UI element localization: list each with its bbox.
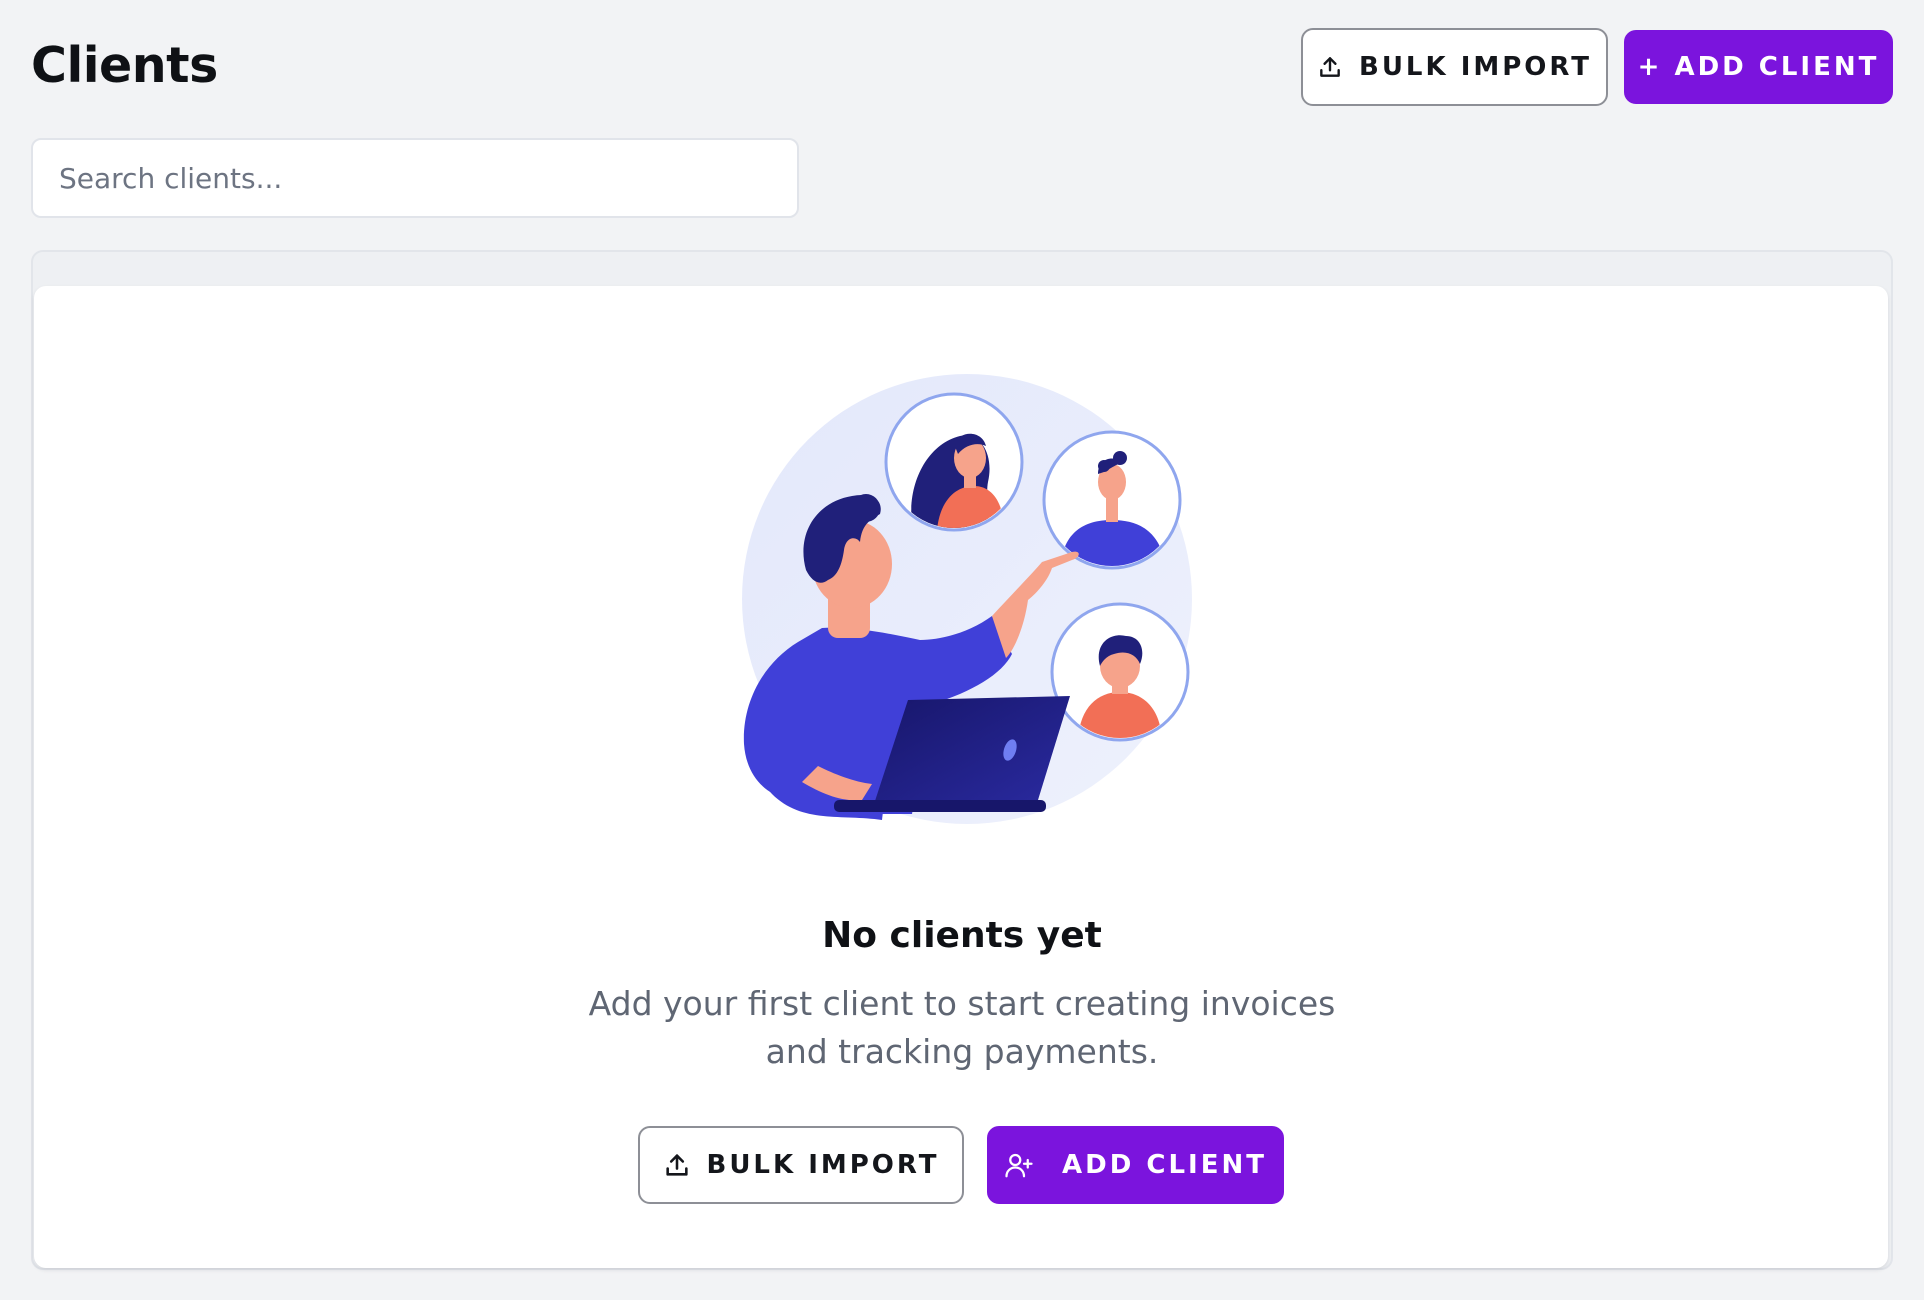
- header-add-client-label: + ADD CLIENT: [1637, 52, 1880, 82]
- page-title: Clients: [31, 37, 218, 94]
- empty-state-bulk-import-label: BULK IMPORT: [706, 1150, 940, 1180]
- empty-state-description: Add your first client to start creating …: [588, 984, 1336, 1071]
- header-bulk-import-label: BULK IMPORT: [1359, 52, 1592, 82]
- upload-icon: [1320, 57, 1340, 77]
- empty-state-illustration: [742, 374, 1192, 824]
- header-bulk-import-button[interactable]: BULK IMPORT: [1301, 28, 1608, 106]
- search-input[interactable]: [31, 138, 799, 218]
- empty-state-bulk-import-button[interactable]: BULK IMPORT: [638, 1126, 964, 1204]
- upload-icon: [665, 1154, 688, 1176]
- empty-state-add-client-label: ADD CLIENT: [1062, 1150, 1267, 1180]
- empty-state-title: No clients yet: [822, 915, 1102, 956]
- header-add-client-button[interactable]: + ADD CLIENT: [1624, 30, 1893, 104]
- user-plus-icon: [1005, 1153, 1033, 1178]
- empty-state-add-client-button[interactable]: ADD CLIENT: [987, 1126, 1284, 1204]
